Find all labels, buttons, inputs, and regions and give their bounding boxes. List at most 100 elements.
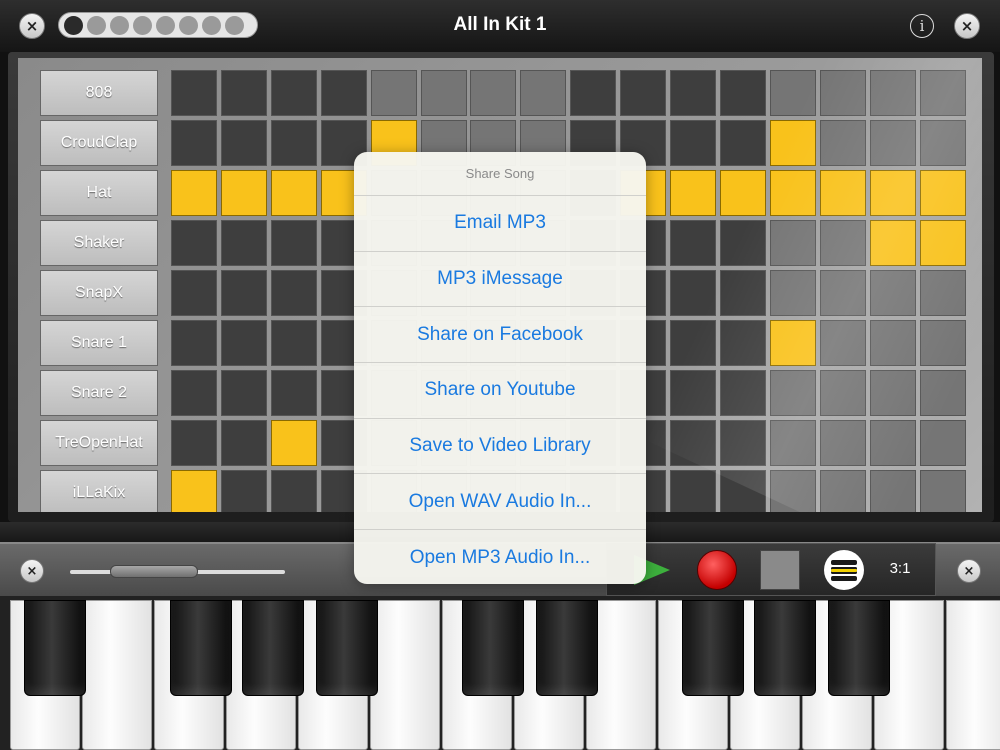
step-cell[interactable] (220, 420, 267, 466)
step-cell[interactable] (220, 170, 267, 216)
track-label[interactable]: CroudClap (40, 120, 158, 166)
step-cell[interactable] (670, 170, 716, 216)
step-cell[interactable] (270, 220, 317, 266)
step-cell[interactable] (919, 370, 966, 416)
step-cell[interactable] (769, 420, 816, 466)
record-icon[interactable] (697, 550, 737, 590)
step-cell[interactable] (270, 320, 317, 366)
step-cell[interactable] (220, 220, 267, 266)
share-facebook-option[interactable]: Share on Facebook (354, 307, 646, 364)
step-cell[interactable] (520, 70, 567, 116)
black-key[interactable] (170, 600, 232, 696)
step-cell[interactable] (171, 120, 217, 166)
step-cell[interactable] (919, 70, 966, 116)
step-cell[interactable] (769, 370, 816, 416)
black-key[interactable] (828, 600, 890, 696)
step-cell[interactable] (719, 470, 766, 512)
step-cell[interactable] (171, 170, 217, 216)
step-cell[interactable] (719, 270, 766, 316)
step-cell[interactable] (819, 470, 866, 512)
step-cell[interactable] (819, 220, 866, 266)
step-cell[interactable] (270, 420, 317, 466)
step-cell[interactable] (171, 70, 217, 116)
step-cell[interactable] (670, 270, 716, 316)
step-cell[interactable] (819, 370, 866, 416)
close-transport-button[interactable]: × (957, 559, 981, 583)
track-label[interactable]: Snare 2 (40, 370, 158, 416)
track-label[interactable]: 808 (40, 70, 158, 116)
step-cell[interactable] (270, 70, 317, 116)
step-cell[interactable] (769, 270, 816, 316)
black-key[interactable] (24, 600, 86, 696)
step-cell[interactable] (270, 120, 317, 166)
step-cell[interactable] (719, 420, 766, 466)
open-wav-audio-option[interactable]: Open WAV Audio In... (354, 474, 646, 531)
step-cell[interactable] (869, 320, 916, 366)
step-cell[interactable] (220, 370, 267, 416)
track-label[interactable]: TreOpenHat (40, 420, 158, 466)
step-cell[interactable] (370, 70, 417, 116)
step-cell[interactable] (719, 120, 766, 166)
step-cell[interactable] (769, 120, 816, 166)
step-cell[interactable] (869, 370, 916, 416)
track-label[interactable]: iLLaKix (40, 470, 158, 512)
step-cell[interactable] (919, 420, 966, 466)
step-cell[interactable] (670, 420, 716, 466)
save-video-library-option[interactable]: Save to Video Library (354, 419, 646, 475)
step-cell[interactable] (869, 70, 916, 116)
step-cell[interactable] (420, 70, 467, 116)
step-cell[interactable] (769, 170, 816, 216)
step-cell[interactable] (670, 320, 716, 366)
step-cell[interactable] (719, 320, 766, 366)
step-cell[interactable] (270, 370, 317, 416)
step-cell[interactable] (670, 120, 716, 166)
step-cell[interactable] (819, 320, 866, 366)
step-cell[interactable] (869, 270, 916, 316)
step-cell[interactable] (171, 420, 217, 466)
mp3-imessage-option[interactable]: MP3 iMessage (354, 252, 646, 308)
close-sequencer-button[interactable]: × (954, 13, 980, 39)
track-label[interactable]: SnapX (40, 270, 158, 316)
step-cell[interactable] (919, 170, 966, 216)
white-key[interactable] (946, 600, 1000, 750)
track-label[interactable]: Shaker (40, 220, 158, 266)
share-youtube-option[interactable]: Share on Youtube (354, 363, 646, 419)
step-cell[interactable] (171, 270, 217, 316)
step-cell[interactable] (869, 420, 916, 466)
track-label[interactable]: Snare 1 (40, 320, 158, 366)
step-cell[interactable] (819, 70, 866, 116)
step-cell[interactable] (769, 470, 816, 512)
step-cell[interactable] (919, 470, 966, 512)
black-key[interactable] (462, 600, 524, 696)
step-cell[interactable] (819, 170, 866, 216)
octave-slider-thumb[interactable] (110, 565, 198, 578)
step-cell[interactable] (220, 120, 267, 166)
menu-icon[interactable] (824, 550, 864, 590)
black-key[interactable] (316, 600, 378, 696)
step-cell[interactable] (769, 320, 816, 366)
step-cell[interactable] (819, 120, 866, 166)
step-cell[interactable] (919, 220, 966, 266)
black-key[interactable] (682, 600, 744, 696)
step-cell[interactable] (819, 420, 866, 466)
step-cell[interactable] (869, 120, 916, 166)
track-label[interactable]: Hat (40, 170, 158, 216)
step-cell[interactable] (570, 70, 617, 116)
ratio-label[interactable]: 3:1 (880, 560, 920, 577)
info-icon[interactable]: i (910, 14, 934, 38)
step-cell[interactable] (719, 70, 766, 116)
step-cell[interactable] (670, 220, 716, 266)
black-key[interactable] (754, 600, 816, 696)
step-cell[interactable] (919, 320, 966, 366)
step-cell[interactable] (670, 470, 716, 512)
step-cell[interactable] (919, 270, 966, 316)
step-cell[interactable] (320, 70, 367, 116)
step-cell[interactable] (869, 170, 916, 216)
step-cell[interactable] (220, 470, 267, 512)
close-keyboard-button[interactable]: × (20, 559, 44, 583)
step-cell[interactable] (869, 220, 916, 266)
step-cell[interactable] (769, 220, 816, 266)
step-cell[interactable] (171, 470, 217, 512)
step-cell[interactable] (220, 270, 267, 316)
step-cell[interactable] (270, 170, 317, 216)
